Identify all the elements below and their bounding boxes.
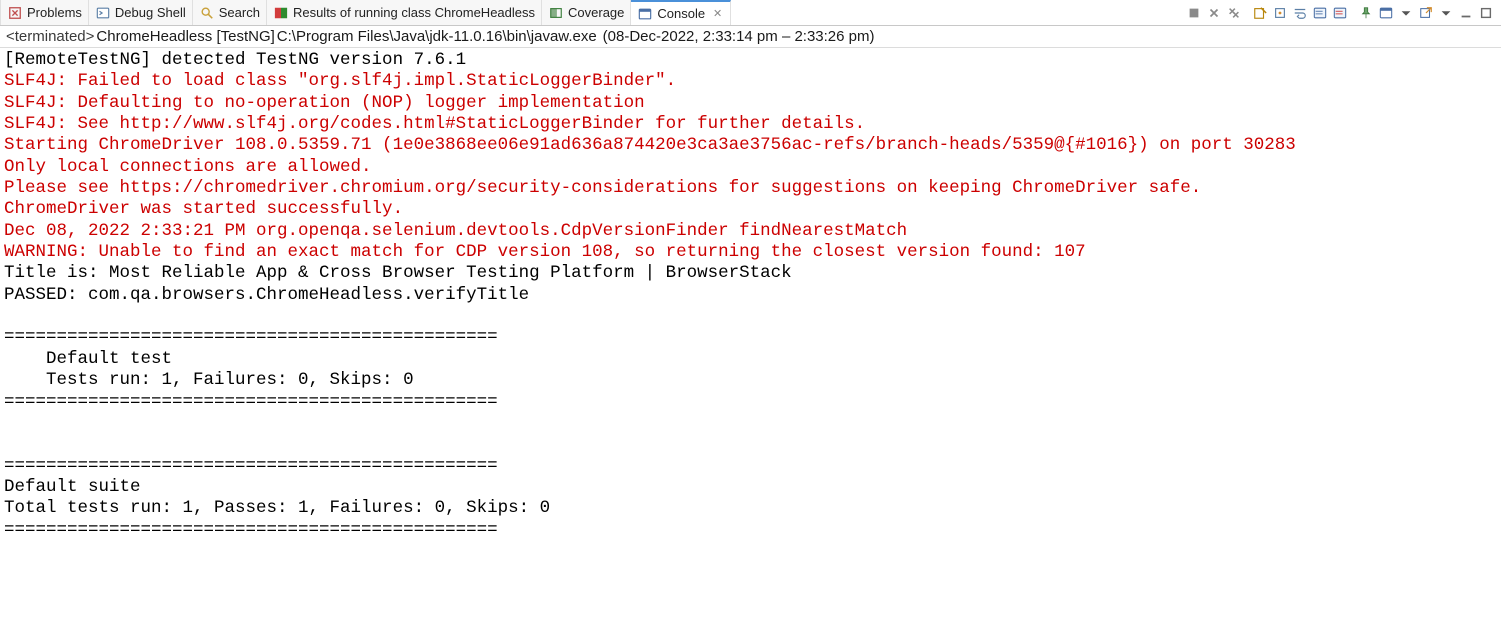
process-status: <terminated> xyxy=(6,28,94,45)
console-line-stdout: ========================================… xyxy=(4,392,1497,413)
view-tab-results-of-running-class-chromeheadless[interactable]: Results of running class ChromeHeadless xyxy=(267,0,542,25)
remove-all-terminated-icon[interactable] xyxy=(1225,4,1243,22)
console-icon xyxy=(637,6,653,22)
console-line-stderr: WARNING: Unable to find an exact match f… xyxy=(4,242,1497,263)
view-tab-label: Problems xyxy=(27,5,82,20)
console-line-stdout: Default test xyxy=(4,349,1497,370)
show-errors-icon[interactable] xyxy=(1331,4,1349,22)
coverage-icon xyxy=(548,5,564,21)
search-icon xyxy=(199,5,215,21)
view-menu-icon[interactable] xyxy=(1437,4,1455,22)
console-line-stdout: [RemoteTestNG] detected TestNG version 7… xyxy=(4,50,1497,71)
view-tab-label: Coverage xyxy=(568,5,624,20)
close-tab-icon[interactable]: ✕ xyxy=(711,7,724,20)
console-process-line: <terminated> ChromeHeadless [TestNG] C:\… xyxy=(0,26,1501,48)
view-tab-label: Debug Shell xyxy=(115,5,186,20)
console-line-stderr: SLF4J: See http://www.slf4j.org/codes.ht… xyxy=(4,114,1497,135)
console-line-stderr: SLF4J: Defaulting to no-operation (NOP) … xyxy=(4,93,1497,114)
console-line-stderr: Please see https://chromedriver.chromium… xyxy=(4,178,1497,199)
tab-bar-spacer xyxy=(731,0,1185,25)
console-line-stderr: Starting ChromeDriver 108.0.5359.71 (1e0… xyxy=(4,135,1497,156)
console-line-stdout xyxy=(4,434,1497,455)
view-tab-label: Results of running class ChromeHeadless xyxy=(293,5,535,20)
problems-icon xyxy=(7,5,23,21)
open-console-icon[interactable] xyxy=(1417,4,1435,22)
console-line-stdout: Total tests run: 1, Passes: 1, Failures:… xyxy=(4,498,1497,519)
console-line-stderr: SLF4J: Failed to load class "org.slf4j.i… xyxy=(4,71,1497,92)
console-toolbar xyxy=(1185,0,1501,25)
console-line-stderr: Dec 08, 2022 2:33:21 PM org.openqa.selen… xyxy=(4,221,1497,242)
view-tab-console[interactable]: Console ✕ xyxy=(631,0,731,25)
console-line-stdout: ========================================… xyxy=(4,520,1497,541)
testng-results-icon xyxy=(273,5,289,21)
debug-shell-icon xyxy=(95,5,111,21)
view-tab-label: Console xyxy=(657,6,705,21)
console-line-stdout: ========================================… xyxy=(4,456,1497,477)
scroll-lock-icon[interactable] xyxy=(1271,4,1289,22)
minimize-icon[interactable] xyxy=(1457,4,1475,22)
console-menu-icon[interactable] xyxy=(1397,4,1415,22)
console-line-stdout: Title is: Most Reliable App & Cross Brow… xyxy=(4,263,1497,284)
console-line-stdout: ========================================… xyxy=(4,327,1497,348)
console-line-stdout xyxy=(4,413,1497,434)
terminate-icon[interactable] xyxy=(1185,4,1203,22)
console-line-stdout: Tests run: 1, Failures: 0, Skips: 0 xyxy=(4,370,1497,391)
view-tab-bar: Problems Debug Shell Search Results of runn… xyxy=(0,0,1501,26)
remove-launch-icon[interactable] xyxy=(1205,4,1223,22)
console-line-stdout xyxy=(4,562,1497,583)
process-name: ChromeHeadless [TestNG] xyxy=(96,28,274,45)
view-tab-label: Search xyxy=(219,5,260,20)
console-line-stderr: ChromeDriver was started successfully. xyxy=(4,199,1497,220)
console-output[interactable]: [RemoteTestNG] detected TestNG version 7… xyxy=(0,48,1501,586)
view-tab-debug-shell[interactable]: Debug Shell xyxy=(89,0,193,25)
console-line-stdout xyxy=(4,306,1497,327)
display-selected-console-icon[interactable] xyxy=(1377,4,1395,22)
pin-console-icon[interactable] xyxy=(1357,4,1375,22)
console-line-stdout: PASSED: com.qa.browsers.ChromeHeadless.v… xyxy=(4,285,1497,306)
word-wrap-icon[interactable] xyxy=(1291,4,1309,22)
process-path: C:\Program Files\Java\jdk-11.0.16\bin\ja… xyxy=(277,28,597,45)
clear-console-icon[interactable] xyxy=(1251,4,1269,22)
view-tab-problems[interactable]: Problems xyxy=(0,0,89,25)
view-tab-search[interactable]: Search xyxy=(193,0,267,25)
view-tab-coverage[interactable]: Coverage xyxy=(542,0,631,25)
console-line-stderr: Only local connections are allowed. xyxy=(4,157,1497,178)
process-time: (08-Dec-2022, 2:33:14 pm – 2:33:26 pm) xyxy=(603,28,875,45)
maximize-icon[interactable] xyxy=(1477,4,1495,22)
show-output-icon[interactable] xyxy=(1311,4,1329,22)
console-line-stdout: Default suite xyxy=(4,477,1497,498)
console-line-stdout xyxy=(4,541,1497,562)
